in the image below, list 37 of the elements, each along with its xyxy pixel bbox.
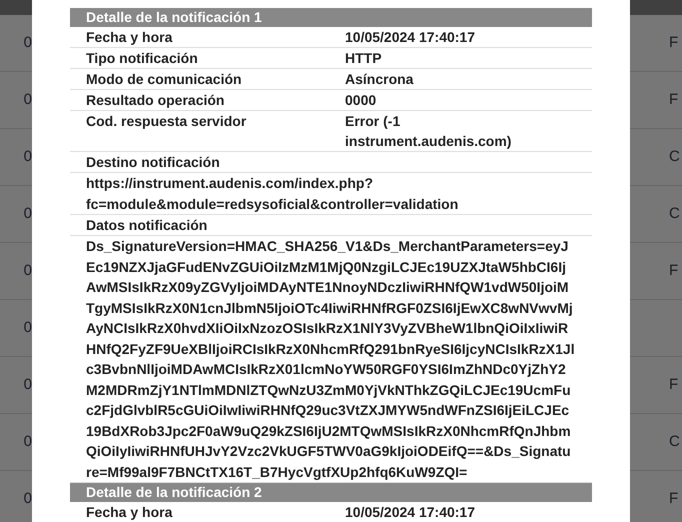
field-value: 10/05/2024 17:40:17 xyxy=(345,503,476,522)
section-header: Detalle de la notificación 2 xyxy=(70,483,592,502)
table-cell-text: 0 xyxy=(24,204,32,224)
table-cell-text: C xyxy=(669,204,680,224)
table-cell-text: F xyxy=(669,260,678,281)
field-value: 0000 xyxy=(345,91,378,110)
table-cell-text: 0 xyxy=(24,318,32,338)
field-label: Modo de comunicación xyxy=(85,70,243,89)
section-label: Datos notificación xyxy=(86,217,208,233)
field-value: 10/05/2024 17:40:17 xyxy=(345,28,476,47)
table-header-bar xyxy=(0,0,32,15)
table-cell-text: 0 xyxy=(24,374,32,395)
field-value: Ds_SignatureVersion=HMAC_SHA256_V1&Ds_MerchantParameters=eyJEc19NZXJjaGFudENvZGUiOiIzMzM1MjQ0NzgiLCJEc19UZXJtaW5hbCI6IjAwMSIsIkRzX09yZGVyIjoiMDAyNTE1NnoyNDczIiwiRHNfQW1vdW50IjoiMTgyMSIsIkRzX0N1cnJlbmN5IjoiOTc4IiwiRHNfRGF0ZSI6IjEwXC8wNVwvMjAyNCIsIkRzX0hvdXIiOiIxNzozOSIsIkRzX1NlY3VyZVBheW1lbnQiOiIxIiwiRHNfQ2FyZF9UeXBlIjoiRCIsIkRzX0NhcmRfQ291bnRyeSI6IjcyNCIsIkRzX1Jlc3BvbnNlIjoiMDAwMCIsIkRzX01lcmNoYW50RGF0YSI6ImZhNDc0YjZhY2M2MDRmZjY1NTlmMDNlZTQwNzU3ZmM0YjVkNThkZGQiLCJEc19UcmFuc2FjdGlvblR5cGUiOiIwIiwiRHNfQ29uc3VtZXJMYW5ndWFnZSI6IjEiLCJEc19BdXRob3Jpc2F0aW9uQ29kZSI6IjU2MTQwMSIsIkRzX0NhcmRfQnJhbmQiOiIyIiwiRHNfUHJvY2Vzc2VkUGF5TWV0aG9kIjoiODEifQ==&Ds_Signature=Mf99al9F7BNCtTX16T_B7HycVgtfXUp2hfq6KuW9ZQI= xyxy=(86,237,576,482)
table-cell-text: 0 xyxy=(24,90,32,110)
table-cell-text: 0 xyxy=(24,488,32,509)
field-label: Resultado operación xyxy=(85,91,226,110)
field-label: Fecha y hora xyxy=(85,503,174,522)
section-label: Destino notificación xyxy=(86,154,220,170)
field-label: Fecha y hora xyxy=(85,28,174,47)
table-cell-text: 0 xyxy=(24,432,32,452)
field-label: Cod. respuesta servidor xyxy=(85,112,248,131)
table-cell-text: 0 xyxy=(24,260,32,281)
section-header: Detalle de la notificación 1 xyxy=(70,8,592,27)
table-cell-text: F xyxy=(669,32,678,53)
table-cell-text: 0 xyxy=(24,32,32,53)
table-cell-text: F xyxy=(669,374,678,395)
table-header-bar xyxy=(630,0,682,15)
table-cell-text: C xyxy=(669,432,680,452)
table-cell-text: 0 xyxy=(24,146,32,167)
field-value: https://instrument.audenis.com/index.php?fc=module&module=redsysoficial&controller=validation xyxy=(86,174,460,214)
field-value: Asíncrona xyxy=(345,70,414,89)
field-value: Error (-1 instrument.audenis.com) xyxy=(345,112,512,151)
table-cell-text: F xyxy=(669,90,678,110)
field-value: HTTP xyxy=(345,49,383,68)
field-label: Tipo notificación xyxy=(85,49,199,68)
table-cell-text: F xyxy=(669,488,678,509)
table-cell-text: C xyxy=(669,146,680,167)
